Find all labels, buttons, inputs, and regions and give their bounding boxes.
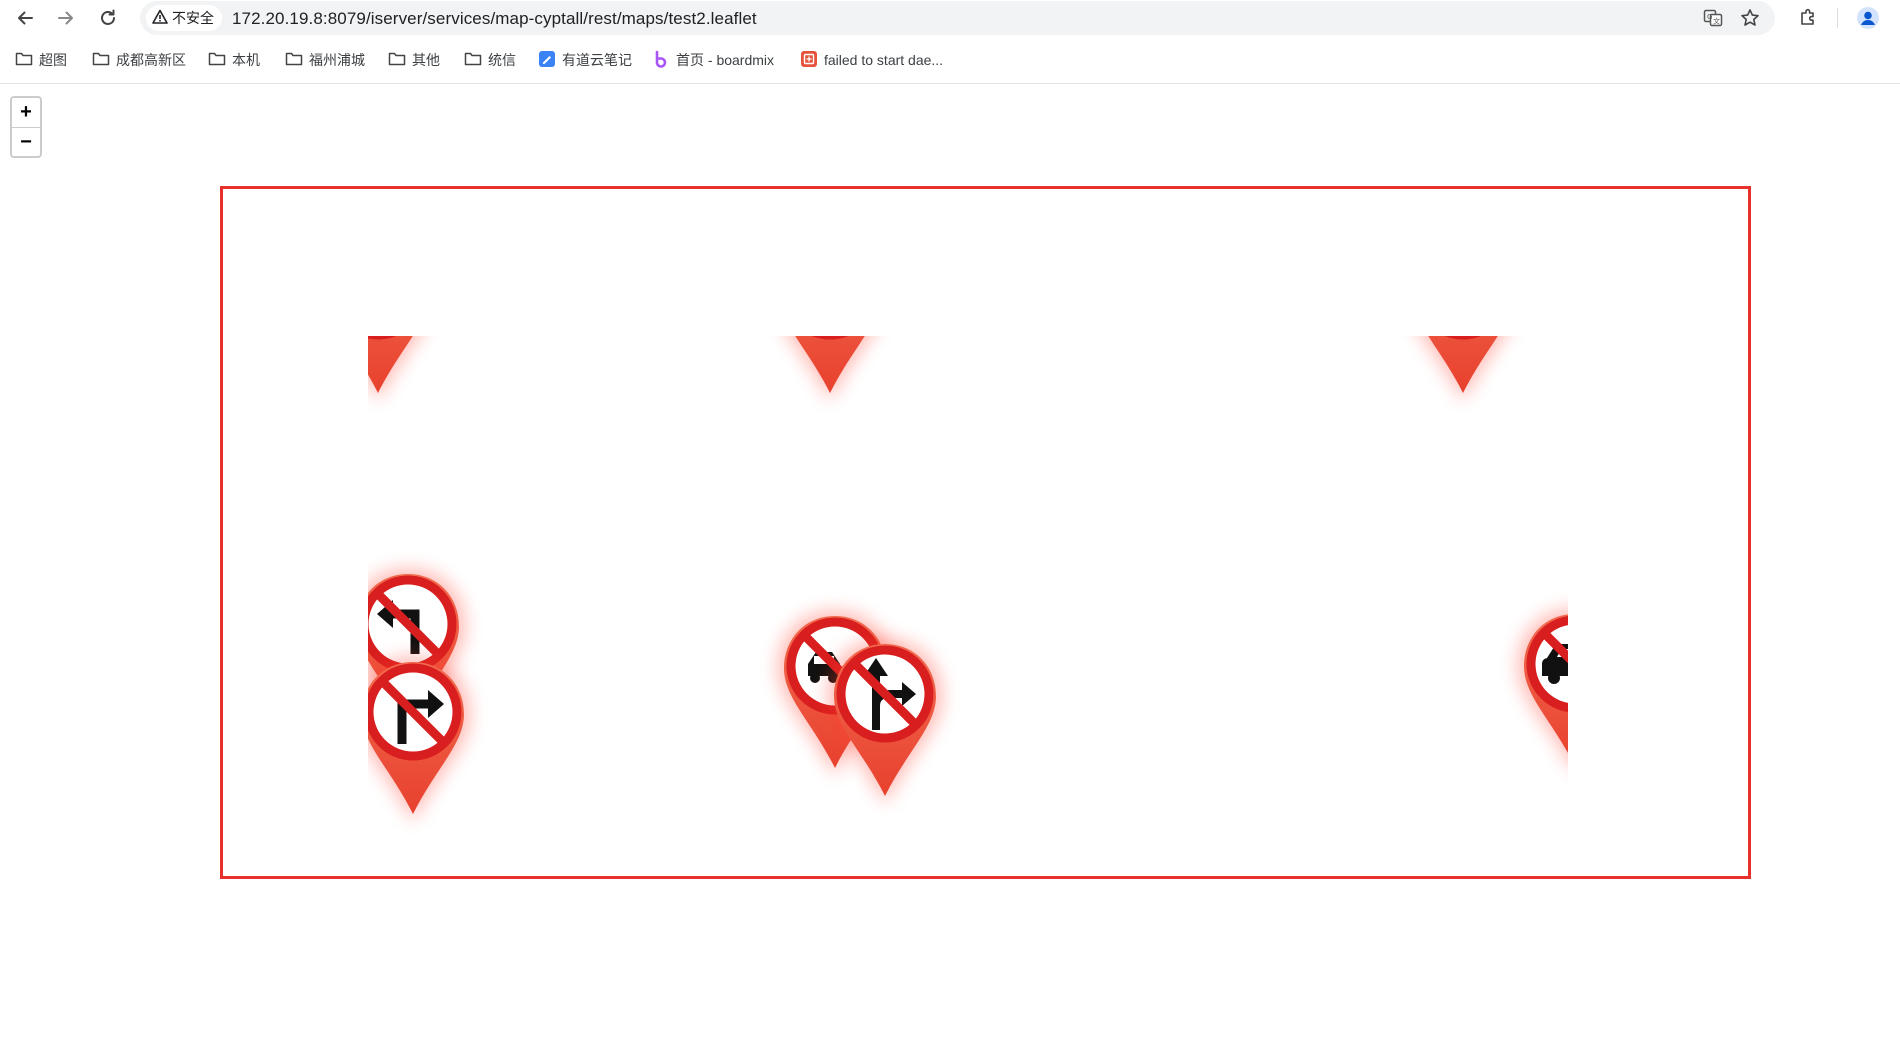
map-tile-layer [368,336,1568,876]
svg-text:文: 文 [1713,17,1720,26]
bookmark-boardmix[interactable]: 首页 - boardmix [652,49,774,71]
map-container[interactable]: + − [0,84,1900,1037]
back-arrow-icon[interactable] [9,2,41,34]
bookmark-label: failed to start dae... [824,52,944,68]
site-favicon-icon [800,50,818,71]
map-marker-partial-top-middle[interactable] [765,336,895,406]
bookmark-youdao[interactable]: 有道云笔记 [538,49,632,71]
bookmark-label: 福州浦城 [309,52,365,68]
toolbar-divider [1837,8,1838,28]
url-text[interactable]: 172.20.19.8:8079/iserver/services/map-cy… [232,9,757,29]
bookmark-label: 有道云笔记 [562,52,632,68]
bookmarks-bar: 超图 成都高新区 本机 福州浦城 其他 统信 有道云笔记 首页 - boardm… [0,43,1900,77]
map-marker-no-cars[interactable] [1510,604,1568,779]
bookmark-label: 首页 - boardmix [676,52,775,68]
security-label: 不安全 [172,10,214,26]
reload-icon[interactable] [92,2,124,34]
bookmark-label: 统信 [488,52,516,68]
bookmark-folder-chaotu[interactable]: 超图 [15,49,67,71]
map-marker-partial-top-left[interactable] [368,336,443,406]
folder-icon [15,51,33,70]
translate-icon[interactable]: G文 [1700,5,1726,31]
folder-icon [92,51,110,70]
zoom-control: + − [10,96,42,158]
warning-triangle-icon [152,9,168,28]
security-chip[interactable]: 不安全 [146,5,222,31]
browser-toolbar: 不安全 172.20.19.8:8079/iserver/services/ma… [0,0,1900,36]
svg-text:G: G [1707,13,1712,21]
star-icon[interactable] [1737,5,1763,31]
folder-icon [464,51,482,70]
puzzle-icon[interactable] [1792,2,1824,34]
bookmark-folder-fuzhou[interactable]: 福州浦城 [285,49,365,71]
bookmark-label: 成都高新区 [116,52,186,68]
bookmark-label: 本机 [232,52,260,68]
bookmark-label: 其他 [412,52,440,68]
bookmark-folder-benji[interactable]: 本机 [208,49,260,71]
forward-arrow-icon[interactable] [50,2,82,34]
bookmark-folder-chengdu[interactable]: 成都高新区 [92,49,186,71]
profile-icon[interactable] [1852,2,1884,34]
bookmark-label: 超图 [39,52,67,68]
folder-icon [208,51,226,70]
map-marker-no-straight-or-right-turn[interactable] [820,634,950,809]
address-bar[interactable]: 不安全 172.20.19.8:8079/iserver/services/ma… [140,1,1775,35]
boardmix-icon [652,50,670,71]
bookmark-failed-to-start[interactable]: failed to start dae... [800,49,943,71]
zoom-out-button[interactable]: − [12,128,40,157]
folder-icon [388,51,406,70]
folder-icon [285,51,303,70]
map-marker-partial-top-right[interactable] [1398,336,1528,406]
zoom-in-button[interactable]: + [12,98,40,128]
bookmark-folder-qita[interactable]: 其他 [388,49,440,71]
youdao-note-icon [538,50,556,71]
map-marker-no-right-turn[interactable] [368,652,478,827]
bookmark-folder-tongxin[interactable]: 统信 [464,49,516,71]
